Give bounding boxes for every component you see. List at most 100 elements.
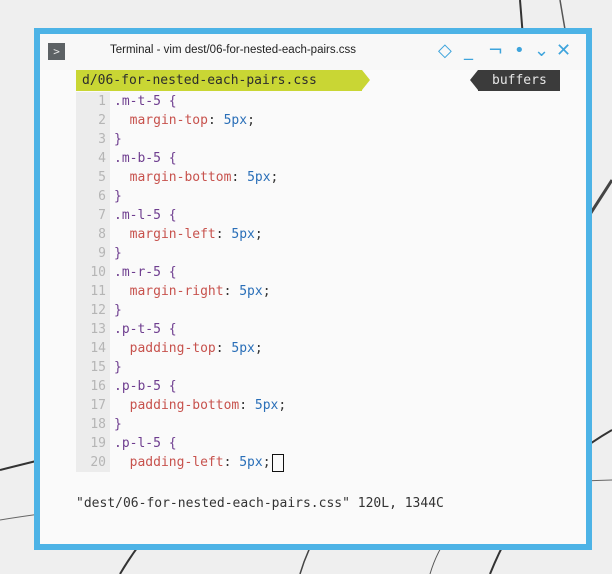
close-brace: }	[114, 132, 122, 147]
css-selector: .m-t-5	[114, 94, 161, 109]
css-property: margin-bottom	[129, 170, 232, 185]
code-line[interactable]: 14 padding-top: 5px;	[76, 339, 560, 358]
colon: :	[239, 398, 255, 413]
code-line[interactable]: 16 .p-b-5 {	[76, 377, 560, 396]
tab-active-file[interactable]: d/06-for-nested-each-pairs.css	[76, 70, 362, 91]
code-line[interactable]: 4 .m-b-5 {	[76, 149, 560, 168]
window-title: Terminal - vim dest/06-for-nested-each-p…	[110, 44, 357, 56]
vim-command-line: "dest/06-for-nested-each-pairs.css" 120L…	[76, 496, 444, 511]
code-line[interactable]: 18}	[76, 415, 560, 434]
open-brace: {	[160, 379, 177, 394]
minimize-icon[interactable]: _	[464, 40, 473, 62]
buffers-separator-icon	[470, 70, 478, 90]
close-brace: }	[114, 189, 122, 204]
colon: :	[207, 113, 224, 128]
code-line[interactable]: 8 margin-left: 5px;	[76, 225, 560, 244]
line-number: 19	[76, 434, 110, 453]
close-brace: }	[114, 246, 122, 261]
css-property: margin-left	[129, 227, 216, 242]
line-content: padding-bottom: 5px;	[114, 396, 287, 415]
colon: :	[215, 227, 232, 242]
code-area[interactable]: 1 .m-t-5 {2 margin-top: 5px; 3} 4 .m-b-5 {5 …	[76, 92, 560, 472]
line-content: .p-t-5 {	[114, 320, 177, 339]
code-line[interactable]: 15}	[76, 358, 560, 377]
vim-editor[interactable]: d/06-for-nested-each-pairs.css buffers 1…	[76, 70, 560, 472]
semicolon: ;	[270, 170, 279, 185]
css-property: padding-top	[129, 341, 216, 356]
line-content: .m-b-5 {	[114, 149, 177, 168]
line-number: 3	[76, 130, 110, 149]
css-selector: .p-b-5	[114, 379, 161, 394]
css-value: 5px	[239, 284, 263, 299]
line-number: 14	[76, 339, 110, 358]
line-content: }	[114, 415, 122, 434]
code-line[interactable]: 5 margin-bottom: 5px;	[76, 168, 560, 187]
css-property: padding-bottom	[129, 398, 240, 413]
colon: :	[223, 455, 240, 470]
colon: :	[231, 170, 248, 185]
line-number: 12	[76, 301, 110, 320]
code-line[interactable]: 9}	[76, 244, 560, 263]
code-line[interactable]: 3}	[76, 130, 560, 149]
css-value: 5px	[231, 341, 255, 356]
css-value: 5px	[223, 113, 248, 128]
buffers-label: buffers	[478, 70, 560, 91]
code-line[interactable]: 6}	[76, 187, 560, 206]
line-number: 9	[76, 244, 110, 263]
colon: :	[223, 284, 240, 299]
sticky-icon[interactable]: ◇	[438, 40, 452, 62]
colon: :	[215, 341, 232, 356]
code-line[interactable]: 19 .p-l-5 {	[76, 434, 560, 453]
line-content: padding-top: 5px;	[114, 339, 263, 358]
css-selector: .p-l-5	[114, 436, 161, 451]
line-content: }	[114, 301, 122, 320]
line-number: 15	[76, 358, 110, 377]
terminal-app-icon[interactable]: >	[48, 43, 65, 60]
semicolon: ;	[247, 113, 255, 128]
line-number: 1	[76, 92, 110, 111]
css-selector: .m-r-5	[114, 265, 161, 280]
css-property: margin-top	[129, 113, 208, 128]
line-content: margin-top: 5px;	[114, 111, 255, 130]
code-line[interactable]: 1 .m-t-5 {	[76, 92, 560, 111]
code-line[interactable]: 11 margin-right: 5px;	[76, 282, 560, 301]
maximize-icon[interactable]: ¬	[488, 40, 503, 62]
code-line[interactable]: 13 .p-t-5 {	[76, 320, 560, 339]
line-content: .m-t-5 {	[114, 92, 177, 111]
close-brace: }	[114, 303, 122, 318]
line-content: }	[114, 130, 122, 149]
line-content: padding-left: 5px;	[114, 453, 284, 472]
code-line[interactable]: 20 padding-left: 5px;	[76, 453, 560, 472]
code-line[interactable]: 12}	[76, 301, 560, 320]
code-line[interactable]: 7 .m-l-5 {	[76, 206, 560, 225]
code-line[interactable]: 17 padding-bottom: 5px;	[76, 396, 560, 415]
line-number: 2	[76, 111, 110, 130]
line-number: 16	[76, 377, 110, 396]
line-number: 11	[76, 282, 110, 301]
menu-dot-icon[interactable]: •	[514, 40, 525, 62]
close-icon[interactable]: ✕	[556, 40, 571, 62]
line-content: margin-left: 5px;	[114, 225, 263, 244]
code-line[interactable]: 10 .m-r-5 {	[76, 263, 560, 282]
css-property: padding-left	[129, 455, 224, 470]
css-selector: .p-t-5	[114, 322, 161, 337]
css-value: 5px	[239, 455, 263, 470]
tab-separator-icon	[362, 70, 370, 90]
line-content: }	[114, 187, 122, 206]
shade-icon[interactable]: ⌄	[534, 40, 549, 62]
line-content: .p-l-5 {	[114, 434, 177, 453]
css-property: margin-right	[129, 284, 224, 299]
line-number: 20	[76, 453, 110, 472]
line-number: 6	[76, 187, 110, 206]
code-line[interactable]: 2 margin-top: 5px;	[76, 111, 560, 130]
css-value: 5px	[254, 398, 279, 413]
line-number: 18	[76, 415, 110, 434]
semicolon: ;	[278, 398, 287, 413]
line-content: }	[114, 358, 122, 377]
title-bar[interactable]: > Terminal - vim dest/06-for-nested-each…	[40, 34, 586, 70]
